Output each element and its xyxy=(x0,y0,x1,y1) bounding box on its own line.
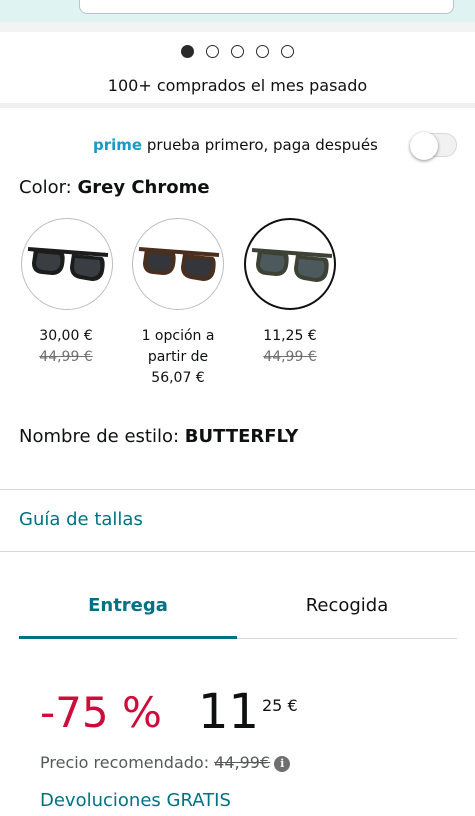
style-value: BUTTERFLY xyxy=(184,426,299,447)
color-label-text: Color: xyxy=(19,177,72,198)
color-swatch-3-selected[interactable] xyxy=(244,218,336,310)
sunglasses-icon xyxy=(27,247,109,281)
size-guide-link[interactable]: Guía de tallas xyxy=(19,509,143,530)
sunglasses-icon xyxy=(138,247,220,281)
top-card-edge xyxy=(79,0,454,14)
section-divider xyxy=(0,22,475,32)
discount-percent: -75 % xyxy=(40,688,162,737)
carousel-dot-1[interactable] xyxy=(181,45,194,58)
free-returns-link[interactable]: Devoluciones GRATIS xyxy=(40,790,231,811)
style-label: Nombre de estilo: xyxy=(19,426,180,447)
carousel-dot-4[interactable] xyxy=(256,45,269,58)
swatch-option-line: partir de xyxy=(147,349,209,365)
prime-toggle[interactable] xyxy=(410,132,457,160)
recommended-price-label: Precio recomendado: xyxy=(40,753,210,772)
carousel-dot-3[interactable] xyxy=(231,45,244,58)
carousel-dots[interactable] xyxy=(181,45,294,58)
swatch-option-line: 56,07 € xyxy=(151,370,205,386)
swatch-3-price: 11,25 € 44,99 € xyxy=(230,326,350,368)
toggle-knob xyxy=(410,132,438,160)
carousel-dot-2[interactable] xyxy=(206,45,219,58)
prime-text: prueba primero, paga después xyxy=(146,136,378,154)
swatch-price: 30,00 € xyxy=(39,328,93,344)
price-whole: 11 xyxy=(198,684,260,740)
color-label: Color: Grey Chrome xyxy=(19,177,210,198)
info-icon[interactable]: i xyxy=(274,756,291,772)
swatch-strike-price: 44,99 € xyxy=(263,349,317,365)
carousel-dot-5[interactable] xyxy=(281,45,294,58)
color-selected-value: Grey Chrome xyxy=(77,177,210,198)
style-name: Nombre de estilo: BUTTERFLY xyxy=(19,426,298,447)
social-proof-text: 100+ comprados el mes pasado xyxy=(107,76,368,95)
price-fraction: 25 € xyxy=(262,696,298,715)
divider xyxy=(0,551,475,552)
section-divider xyxy=(0,103,475,108)
swatch-2-price: 1 opción a partir de 56,07 € xyxy=(118,326,238,389)
color-swatch-1[interactable] xyxy=(21,218,113,310)
prime-logo: prime xyxy=(93,136,143,154)
prime-try-before-buy: prime prueba primero, paga después xyxy=(93,136,378,154)
swatch-option-line: 1 opción a xyxy=(141,328,215,344)
divider xyxy=(0,489,475,490)
recommended-price-value: 44,99€ xyxy=(214,753,271,772)
sunglasses-icon xyxy=(251,248,333,282)
tab-pickup[interactable]: Recogida xyxy=(237,595,457,616)
tab-delivery[interactable]: Entrega xyxy=(19,595,237,616)
swatch-1-price: 30,00 € 44,99 € xyxy=(6,326,126,368)
active-tab-indicator xyxy=(19,636,237,639)
swatch-price: 11,25 € xyxy=(263,328,317,344)
recommended-price: Precio recomendado: 44,99€ i xyxy=(40,753,291,772)
swatch-strike-price: 44,99 € xyxy=(39,349,93,365)
color-swatch-2[interactable] xyxy=(132,218,224,310)
